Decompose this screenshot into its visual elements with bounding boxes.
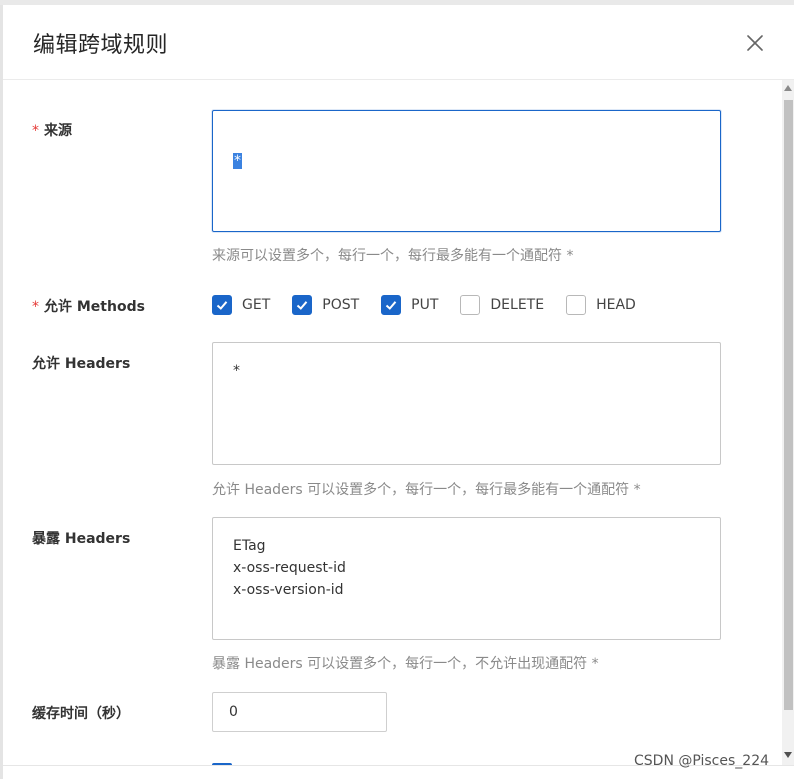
dialog-title: 编辑跨域规则 [33,33,169,58]
expose-headers-hint: 暴露 Headers 可以设置多个，每行一个，不允许出现通配符 * [212,656,599,672]
origin-label: * 来源 [32,120,72,140]
expose-headers-label: 暴露 Headers [32,531,131,547]
check-icon [297,301,308,310]
checkbox-box[interactable] [460,295,481,315]
scrollbar[interactable] [782,80,794,765]
checkbox-post[interactable]: POST [292,295,359,315]
origin-hint: 来源可以设置多个，每行一个，每行最多能有一个通配符 * [212,248,574,264]
origin-textarea[interactable]: * [212,110,721,232]
cache-time-input[interactable] [212,692,387,732]
window-left-edge [0,5,3,779]
expose-headers-textarea[interactable]: ETag x-oss-request-id x-oss-version-id [212,517,721,640]
origin-textarea-value: * [233,153,242,169]
checkbox-label: PUT [411,297,439,313]
allow-headers-textarea[interactable]: * [212,342,721,465]
checkbox-label: POST [322,297,360,313]
checkbox-label: DELETE [490,297,545,313]
methods-checkbox-group: GET POST PUT DELETE HEAD [212,294,658,316]
scroll-down-arrow-icon[interactable] [782,749,794,761]
close-button[interactable] [741,29,769,57]
allow-headers-label: 允许 Headers [32,356,131,372]
scroll-up-arrow-icon[interactable] [782,82,794,94]
checkbox-box[interactable] [212,295,232,315]
checkbox-get[interactable]: GET [212,295,270,315]
checkbox-box[interactable] [292,295,313,315]
dialog-header: 编辑跨域规则 [3,5,794,80]
checkbox-delete[interactable]: DELETE [460,295,544,315]
checkbox-head[interactable]: HEAD [566,295,636,315]
checkbox-box[interactable] [566,295,587,315]
checkbox-label: HEAD [596,297,636,313]
check-icon [216,301,228,310]
cache-time-label: 缓存时间（秒） [32,706,130,722]
close-icon [747,35,763,51]
checkbox-box[interactable] [381,295,402,315]
origin-label-text: 来源 [44,123,72,139]
allow-headers-hint: 允许 Headers 可以设置多个，每行一个，每行最多能有一个通配符 * [212,482,641,498]
checkbox-label: GET [242,297,271,313]
scrollbar-thumb[interactable] [784,100,793,710]
required-mark: * [32,123,39,139]
methods-label: * 允许 Methods [32,296,145,316]
methods-label-text: 允许 Methods [44,299,145,315]
check-icon [385,301,397,310]
watermark: CSDN @Pisces_224 [634,753,770,769]
required-mark: * [32,299,39,315]
checkbox-put[interactable]: PUT [381,295,438,315]
